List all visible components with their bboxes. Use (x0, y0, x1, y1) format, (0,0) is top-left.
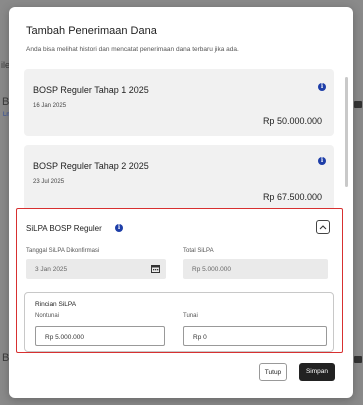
fund-amount: Rp 50.000.000 (262, 116, 322, 126)
modal-subtitle: Anda bisa melihat histori dan mencatat p… (26, 46, 239, 53)
fund-amount: Rp 67.500.000 (262, 192, 322, 202)
confirm-date-field: 3 Jan 2025 (26, 259, 166, 279)
modal-header: Tambah Penerimaan Dana Anda bisa melihat… (9, 7, 353, 64)
info-icon[interactable]: i (318, 157, 326, 165)
close-button[interactable]: Tutup (259, 363, 287, 381)
total-silpa-value: Rp 5.000.000 (192, 266, 232, 273)
fund-card: BOSP Reguler Tahap 2 2025 23 Jul 2025 Rp… (24, 145, 334, 213)
modal-scrollbar[interactable] (345, 77, 348, 187)
fund-date: 16 Jan 2025 (33, 103, 67, 109)
info-icon[interactable]: i (318, 83, 326, 91)
nontunai-label: Nontunai (35, 313, 60, 319)
fund-date: 23 Jul 2025 (33, 179, 65, 185)
tunai-value: Rp 0 (193, 334, 207, 341)
silpa-section: SiLPA BOSP Reguler i Tanggal SiLPA Dikon… (16, 208, 343, 353)
modal-footer: Tutup Simpan (9, 354, 353, 398)
total-silpa-field: Rp 5.000.000 (183, 259, 328, 279)
confirm-date-label: Tanggal SiLPA Dikonfirmasi (26, 248, 100, 254)
calendar-icon (151, 265, 160, 273)
info-icon[interactable]: i (115, 224, 123, 232)
silpa-detail-box: Rincian SiLPA Nontunai Rp 5.000.000 Tuna… (24, 292, 334, 352)
silpa-section-header[interactable]: SiLPA BOSP Reguler i (23, 219, 334, 239)
fund-name: BOSP Reguler Tahap 1 2025 (33, 85, 149, 95)
total-silpa-label: Total SiLPA (183, 248, 214, 254)
silpa-detail-title: Rincian SiLPA (35, 301, 77, 308)
confirm-date-value: 3 Jan 2025 (35, 266, 68, 273)
silpa-title: SiLPA BOSP Reguler (26, 224, 102, 233)
nontunai-value: Rp 5.000.000 (45, 334, 85, 341)
chevron-up-icon (319, 224, 327, 229)
nontunai-input[interactable]: Rp 5.000.000 (35, 326, 165, 346)
fund-card: BOSP Reguler Tahap 1 2025 16 Jan 2025 Rp… (24, 69, 334, 136)
modal-title: Tambah Penerimaan Dana (26, 25, 157, 37)
print-icon (354, 101, 362, 108)
tunai-label: Tunai (183, 313, 198, 319)
collapse-button[interactable] (316, 220, 330, 234)
modal-body[interactable]: BOSP Reguler Tahap 1 2025 16 Jan 2025 Rp… (9, 64, 353, 354)
save-button[interactable]: Simpan (299, 363, 335, 381)
tunai-input[interactable]: Rp 0 (183, 326, 327, 346)
add-fund-modal: Tambah Penerimaan Dana Anda bisa melihat… (9, 7, 353, 398)
fund-name: BOSP Reguler Tahap 2 2025 (33, 161, 149, 171)
print-icon (354, 356, 362, 363)
